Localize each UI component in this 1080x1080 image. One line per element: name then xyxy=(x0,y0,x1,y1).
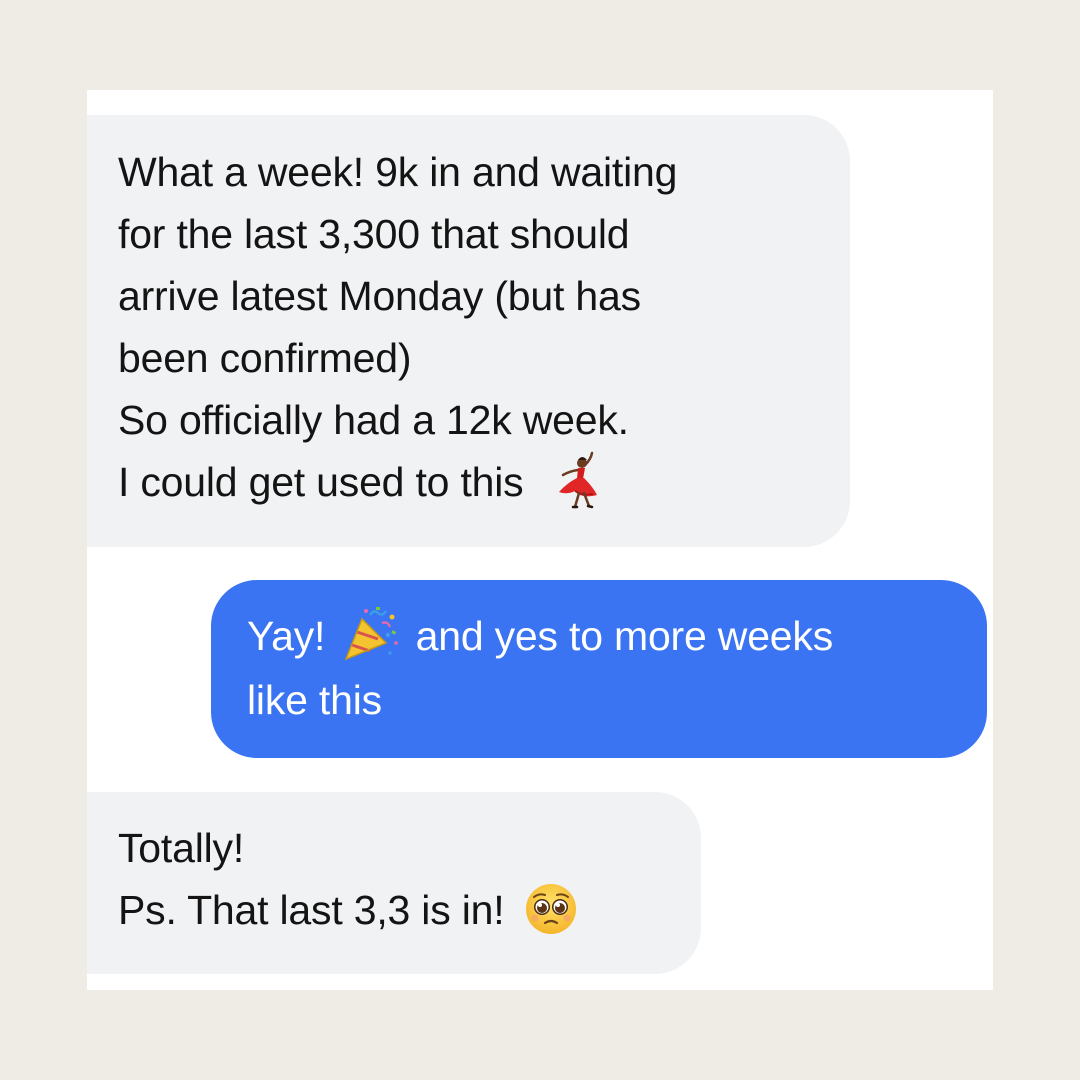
message-text-line: like this xyxy=(247,677,382,724)
chat-screenshot-card: What a week! 9k in and waiting for the l… xyxy=(87,90,993,990)
incoming-message-bubble[interactable]: Totally! Ps. That last 3,3 is in! xyxy=(87,792,701,974)
party-popper-emoji-icon xyxy=(340,605,400,665)
message-text-line: arrive latest Monday (but has xyxy=(118,273,641,319)
message-text-line: What a week! 9k in and waiting xyxy=(118,149,678,195)
incoming-message-bubble[interactable]: What a week! 9k in and waiting for the l… xyxy=(87,115,850,547)
message-text: and yes to more weeks xyxy=(415,613,834,659)
message-text: Ps. That last 3,3 is in! xyxy=(118,887,505,933)
message-text-line: been confirmed) xyxy=(118,335,412,381)
message-text: I could get used to this xyxy=(118,459,524,505)
message-text-line: So officially had a 12k week. xyxy=(118,397,629,443)
dancing-woman-emoji-icon xyxy=(545,451,605,511)
message-text-line: for the last 3,300 that should xyxy=(118,211,630,257)
message-text: Yay! xyxy=(247,613,326,659)
message-text-line: Ps. That last 3,3 is in! xyxy=(118,879,681,941)
message-text-line: Yay! and yes to more weeks xyxy=(247,605,967,669)
pleading-face-emoji-icon xyxy=(524,882,578,936)
message-text-line: Totally! xyxy=(118,825,245,871)
outgoing-message-bubble[interactable]: Yay! and yes to more weeks like this xyxy=(211,580,987,758)
message-text-line: I could get used to this xyxy=(118,451,830,515)
